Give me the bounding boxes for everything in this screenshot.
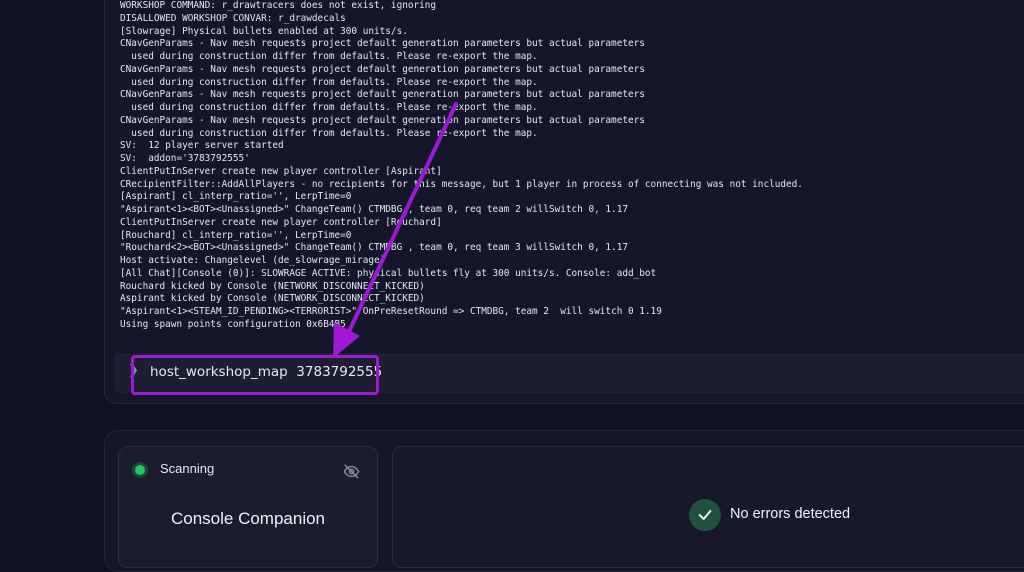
console-log-line: used during construction differ from def… bbox=[120, 102, 538, 113]
console-log-line: SV: addon='3783792555' bbox=[120, 153, 250, 164]
console-log-line: "Aspirant<1><BOT><Unassigned>" ChangeTea… bbox=[120, 204, 628, 215]
console-log-line: Aspirant kicked by Console (NETWORK_DISC… bbox=[120, 293, 425, 305]
console-log-line: Host activate: Changelevel (de_slowrage_… bbox=[120, 255, 386, 266]
console-log-line: CNavGenParams - Nav mesh requests projec… bbox=[120, 63, 645, 75]
status-card: Scanning Console Companion bbox=[118, 446, 378, 568]
console-input[interactable]: ❯ host_workshop_map 3783792555 bbox=[114, 353, 1024, 393]
console-log-line: "Rouchard<2><BOT><Unassigned>" ChangeTea… bbox=[120, 242, 628, 254]
console-log-line: used during construction differ from def… bbox=[120, 127, 538, 139]
console-log-line: CNavGenParams - Nav mesh requests projec… bbox=[120, 89, 645, 101]
console-log-line: used during construction differ from def… bbox=[120, 51, 538, 62]
status-indicator bbox=[135, 465, 145, 475]
console-log-line: [Aspirant] cl_interp_ratio='', LerpTime=… bbox=[120, 191, 352, 203]
console-log: WORKSHOP COMMAND: r_drawtracers does not… bbox=[120, 0, 1020, 332]
chevron-right-icon: ❯ bbox=[128, 363, 139, 378]
console-input-value[interactable]: host_workshop_map 3783792555 bbox=[150, 364, 382, 380]
console-log-line: WORKSHOP COMMAND: r_drawtracers does not… bbox=[120, 0, 437, 11]
results-message: No errors detected bbox=[730, 506, 851, 522]
card-title: Console Companion bbox=[170, 509, 326, 528]
console-log-line: DISALLOWED WORKSHOP CONVAR: r_drawdecals bbox=[120, 12, 346, 24]
console-log-line: Using spawn points configuration 0x6B4B5 bbox=[120, 318, 346, 330]
console-log-line: [All Chat][Console (0)]: SLOWRAGE ACTIVE… bbox=[120, 267, 657, 279]
console-log-line: Rouchard kicked by Console (NETWORK_DISC… bbox=[120, 280, 425, 292]
console-log-line: [Slowrage] Physical bullets enabled at 3… bbox=[120, 25, 408, 37]
console-log-line: ClientPutInServer create new player cont… bbox=[120, 216, 442, 228]
results-card: No errors detected bbox=[392, 446, 1024, 568]
console-log-line: ClientPutInServer create new player cont… bbox=[120, 165, 442, 177]
status-label: Scanning bbox=[160, 461, 215, 476]
console-log-line: CNavGenParams - Nav mesh requests projec… bbox=[120, 38, 645, 50]
console-log-line: CNavGenParams - Nav mesh requests projec… bbox=[120, 114, 645, 126]
console-log-line: used during construction differ from def… bbox=[120, 76, 538, 88]
console-log-line: "Aspirant<1><STEAM_ID_PENDING><TERRORIST… bbox=[120, 306, 662, 317]
check-icon bbox=[689, 499, 721, 531]
console-log-line: [Rouchard] cl_interp_ratio='', LerpTime=… bbox=[120, 229, 352, 241]
eye-off-icon[interactable] bbox=[343, 463, 360, 480]
console-log-line: CRecipientFilter::AddAllPlayers - no rec… bbox=[120, 178, 803, 190]
console-log-line: SV: 12 player server started bbox=[120, 140, 284, 152]
